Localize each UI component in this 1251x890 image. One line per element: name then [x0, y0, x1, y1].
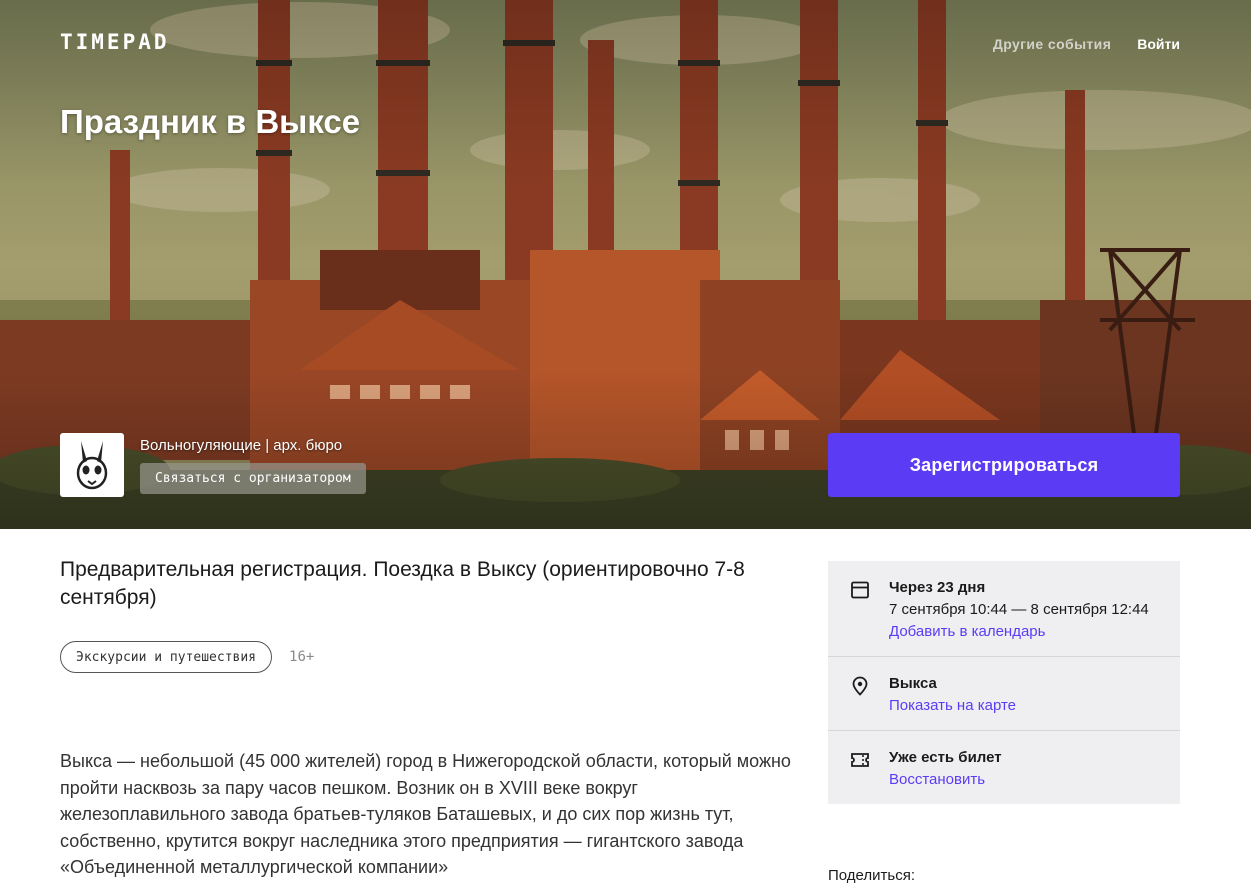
- event-tags: Экскурсии и путешествия 16+: [60, 641, 314, 673]
- event-description: Выкса — небольшой (45 000 жителей) город…: [60, 751, 791, 877]
- ticket-block: Уже есть билет Восстановить: [828, 731, 1180, 804]
- rabbit-logo-icon: [76, 441, 108, 490]
- category-tag[interactable]: Экскурсии и путешествия: [60, 641, 273, 673]
- restore-ticket-link[interactable]: Восстановить: [889, 771, 1002, 788]
- map-pin-icon: [852, 676, 868, 696]
- contact-organizer-button[interactable]: Связаться с организатором: [140, 463, 366, 494]
- show-on-map-link[interactable]: Показать на карте: [889, 697, 1016, 714]
- nav-other-events-link[interactable]: Другие события: [993, 36, 1111, 52]
- age-rating: 16+: [289, 649, 315, 665]
- organizer-avatar[interactable]: [60, 433, 124, 497]
- organizer-block: Вольногуляющие | арх. бюро Связаться с о…: [60, 433, 366, 497]
- ticket-icon: [851, 753, 869, 767]
- place-text: Выкса Показать на карте: [889, 675, 1016, 714]
- event-subtitle: Предварительная регистрация. Поездка в В…: [60, 558, 745, 609]
- ticket-title: Уже есть билет: [889, 749, 1002, 766]
- event-title: Праздник в Выксе: [60, 103, 361, 140]
- date-block: Через 23 дня 7 сентября 10:44 — 8 сентяб…: [828, 561, 1180, 657]
- organizer-info: Вольногуляющие | арх. бюро Связаться с о…: [140, 433, 366, 494]
- share-label: Поделиться:: [828, 867, 915, 884]
- calendar-icon: [851, 581, 869, 599]
- date-countdown: Через 23 дня: [889, 579, 986, 596]
- date-range: 7 сентября 10:44 — 8 сентября 12:44: [889, 601, 1149, 618]
- place-name: Выкса: [889, 675, 937, 692]
- nav-login-link[interactable]: Войти: [1137, 36, 1180, 52]
- event-info-sidebar: Через 23 дня 7 сентября 10:44 — 8 сентяб…: [828, 561, 1180, 804]
- ticket-text: Уже есть билет Восстановить: [889, 749, 1002, 788]
- organizer-name[interactable]: Вольногуляющие | арх. бюро: [140, 437, 366, 454]
- hero-banner: TIMEPAD Другие события Войти Праздник в …: [0, 0, 1251, 529]
- timepad-logo[interactable]: TIMEPAD: [60, 30, 170, 54]
- top-navigation: Другие события Войти: [993, 36, 1180, 52]
- place-block: Выкса Показать на карте: [828, 657, 1180, 731]
- register-button[interactable]: Зарегистрироваться: [828, 433, 1180, 497]
- date-text: Через 23 дня 7 сентября 10:44 — 8 сентяб…: [889, 579, 1149, 640]
- add-to-calendar-link[interactable]: Добавить в календарь: [889, 623, 1149, 640]
